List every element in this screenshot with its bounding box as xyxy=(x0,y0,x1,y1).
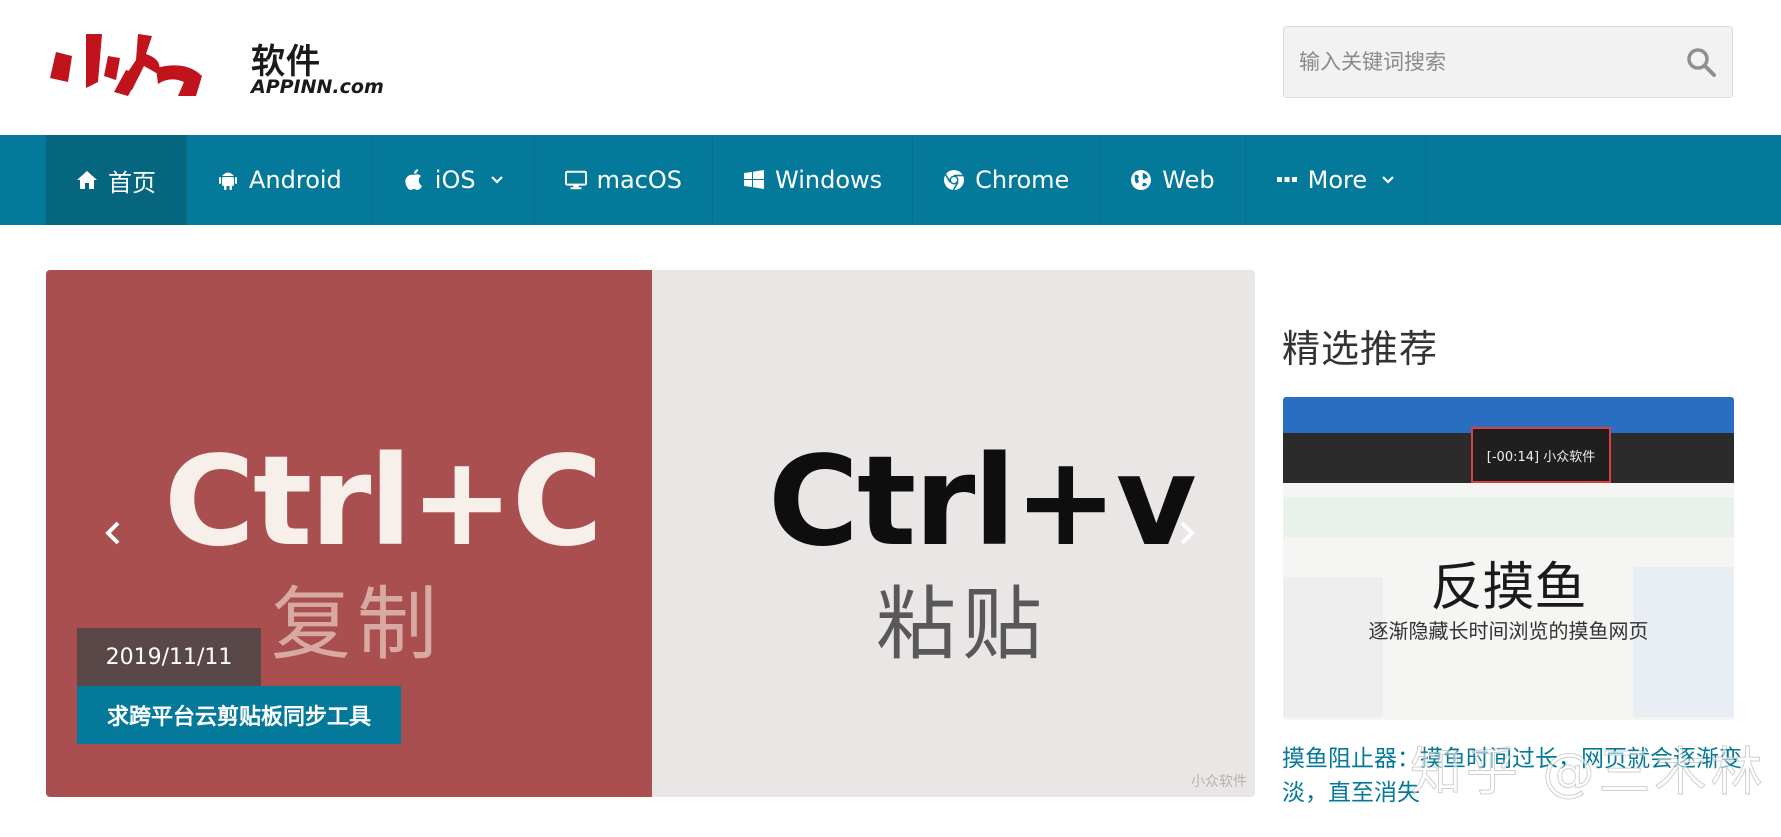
slide-text-copy-cn: 复制 xyxy=(271,578,443,671)
nav-item-chrome[interactable]: Chrome xyxy=(913,135,1101,225)
nav-item-windows[interactable]: Windows xyxy=(713,135,914,225)
nav-item-label: macOS xyxy=(596,166,682,194)
site-logo[interactable]: 软件 APPINN.com xyxy=(46,30,384,102)
chrome-icon xyxy=(943,169,965,191)
nav-item-android[interactable]: Android xyxy=(187,135,373,225)
featured-image-subheading: 逐渐隐藏长时间浏览的摸鱼网页 xyxy=(1368,619,1649,643)
timer-popup: [-00:14] 小众软件 xyxy=(1471,427,1611,483)
chevron-down-icon xyxy=(490,173,504,187)
nav-item-label: 首页 xyxy=(108,168,156,197)
nav-item-label: iOS xyxy=(434,166,476,194)
site-header: 软件 APPINN.com xyxy=(0,0,1781,135)
nav-item-macos[interactable]: macOS xyxy=(535,135,713,225)
nav-item-ios[interactable]: iOS xyxy=(373,135,535,225)
nav-item-label: More xyxy=(1307,166,1368,194)
slide-text-paste-cn: 粘贴 xyxy=(876,578,1048,671)
nav-item-web[interactable]: Web xyxy=(1100,135,1246,225)
search-icon[interactable] xyxy=(1684,45,1718,79)
nav-item-label: Windows xyxy=(775,166,883,194)
nav-item-label: Web xyxy=(1162,166,1215,194)
globe-icon xyxy=(1130,169,1152,191)
featured-image-heading: 反摸鱼 xyxy=(1430,558,1587,618)
nav-item-label: Chrome xyxy=(975,166,1070,194)
slider-next-arrow-icon[interactable] xyxy=(1166,513,1206,553)
featured-post-link[interactable]: 摸鱼阻止器：摸鱼时间过长，网页就会逐渐变淡，直至消失 xyxy=(1282,742,1742,810)
search-box xyxy=(1283,26,1733,98)
slide-text-copy-key: Ctrl+C xyxy=(164,430,603,574)
nav-item-label: Android xyxy=(249,166,342,194)
slider-prev-arrow-icon[interactable] xyxy=(94,513,134,553)
chevron-down-icon xyxy=(1381,173,1395,187)
logo-mark-icon xyxy=(50,34,202,96)
slide-title-link[interactable]: 求跨平台云剪贴板同步工具 xyxy=(77,686,402,744)
nav-item-home[interactable]: 首页 xyxy=(46,135,187,225)
ellipsis-icon xyxy=(1276,169,1298,191)
logo-text-en: APPINN.com xyxy=(251,76,384,98)
faded-block xyxy=(1283,497,1734,537)
featured-post-image[interactable]: [-00:14] 小众软件 反摸鱼 逐渐隐藏长时间浏览的摸鱼网页 xyxy=(1283,397,1734,720)
featured-slider: Ctrl+C 复制 Ctrl+v 粘贴 2019/11/11 求跨平台云剪贴板同… xyxy=(46,270,1255,797)
android-icon xyxy=(217,169,239,191)
nav-item-more[interactable]: More xyxy=(1246,135,1427,225)
slide-watermark: 小众软件 xyxy=(1191,774,1247,790)
slide-text-paste-key: Ctrl+v xyxy=(768,430,1197,574)
monitor-icon xyxy=(564,169,587,191)
slide-date-badge: 2019/11/11 xyxy=(77,628,261,686)
apple-icon xyxy=(403,169,425,191)
windows-icon xyxy=(743,169,765,191)
main-nav: 首页 Android iOS macOS Windows Chrome Web … xyxy=(0,135,1781,225)
search-input[interactable] xyxy=(1284,27,1674,97)
home-icon xyxy=(76,169,98,191)
sidebar-heading: 精选推荐 xyxy=(1282,327,1439,371)
